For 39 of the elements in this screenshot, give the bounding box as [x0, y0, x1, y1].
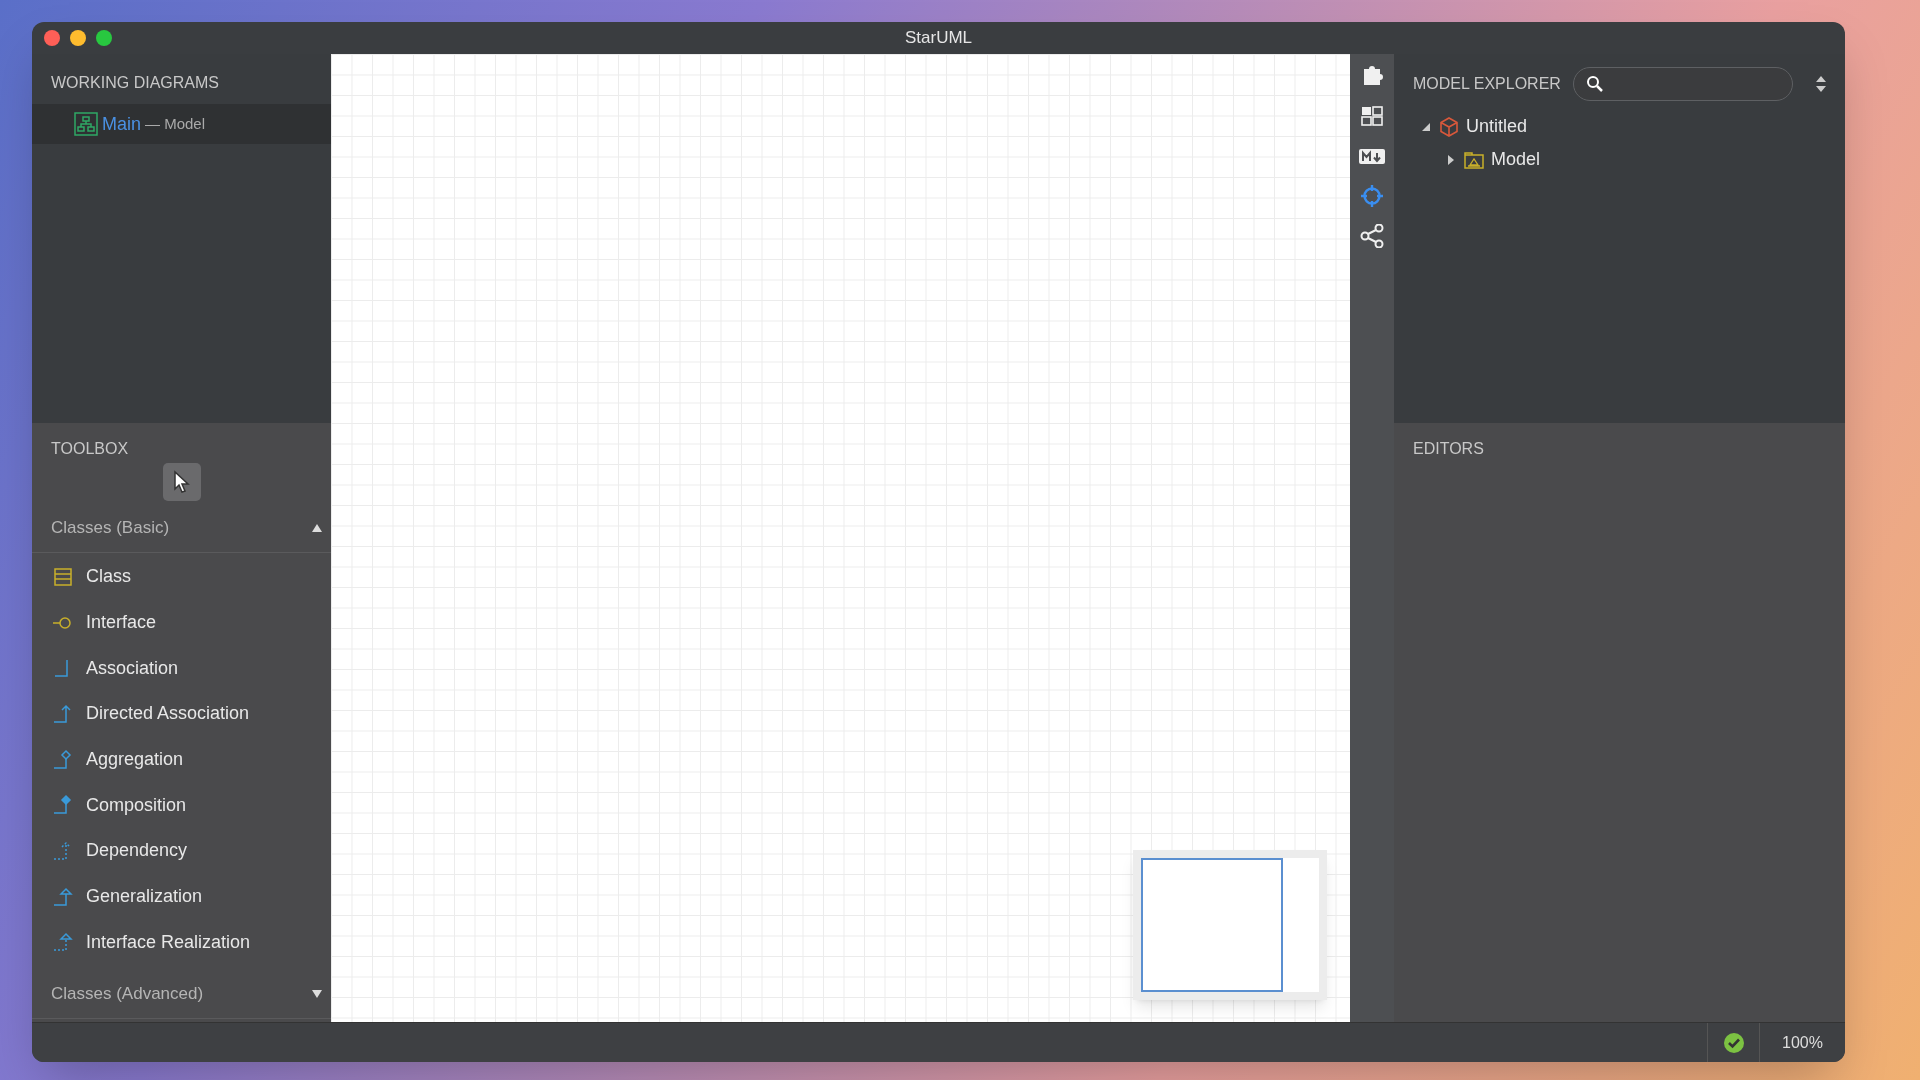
minimap-viewport[interactable] — [1141, 858, 1283, 992]
palette-item[interactable]: Interface — [32, 599, 331, 646]
close-button[interactable] — [44, 30, 60, 46]
sort-icon[interactable] — [1814, 74, 1827, 94]
palette-item[interactable]: Composition — [32, 782, 331, 829]
palette-item[interactable]: Class — [32, 554, 331, 600]
panel-title: MODEL EXPLORER — [1413, 74, 1561, 94]
diagram-item[interactable]: Main — Model — [32, 104, 331, 144]
class-diagram-icon — [74, 112, 98, 136]
realization-icon — [52, 931, 74, 954]
palette-item[interactable]: Directed Association — [32, 691, 331, 737]
grid-icon[interactable] — [1360, 104, 1384, 128]
palette-item[interactable]: Interface Realization — [32, 919, 331, 966]
tree-item[interactable]: Model — [1394, 143, 1845, 176]
window-title: StarUML — [904, 27, 973, 50]
aggregation-icon — [52, 748, 74, 771]
cube-icon — [1438, 115, 1460, 138]
crosshair-icon[interactable] — [1360, 184, 1384, 208]
palette-item[interactable]: Dependency — [32, 828, 331, 874]
zoom-button[interactable] — [96, 30, 112, 46]
search-field[interactable] — [1572, 67, 1793, 101]
class-icon — [52, 565, 74, 588]
palette-item[interactable]: Generalization — [32, 873, 331, 920]
panel-title: EDITORS — [1413, 439, 1484, 459]
zoom-level[interactable]: 100% — [1782, 1030, 1823, 1055]
palette-item[interactable]: Association — [32, 645, 331, 692]
minimize-button[interactable] — [70, 30, 86, 46]
search-icon — [1585, 75, 1604, 93]
collapse-arrow-icon — [311, 522, 323, 533]
pointer-tool-button[interactable] — [162, 463, 201, 501]
share-icon[interactable] — [1360, 224, 1384, 248]
palette-item[interactable]: Aggregation — [32, 736, 331, 783]
cursor-icon — [172, 470, 191, 494]
panel-title: TOOLBOX — [51, 439, 129, 459]
expand-arrow-icon — [311, 988, 323, 999]
composition-icon — [52, 794, 74, 817]
panel-title: WORKING DIAGRAMS — [51, 73, 219, 93]
generalization-icon — [52, 885, 74, 908]
tree-item[interactable]: Untitled — [1394, 110, 1845, 143]
